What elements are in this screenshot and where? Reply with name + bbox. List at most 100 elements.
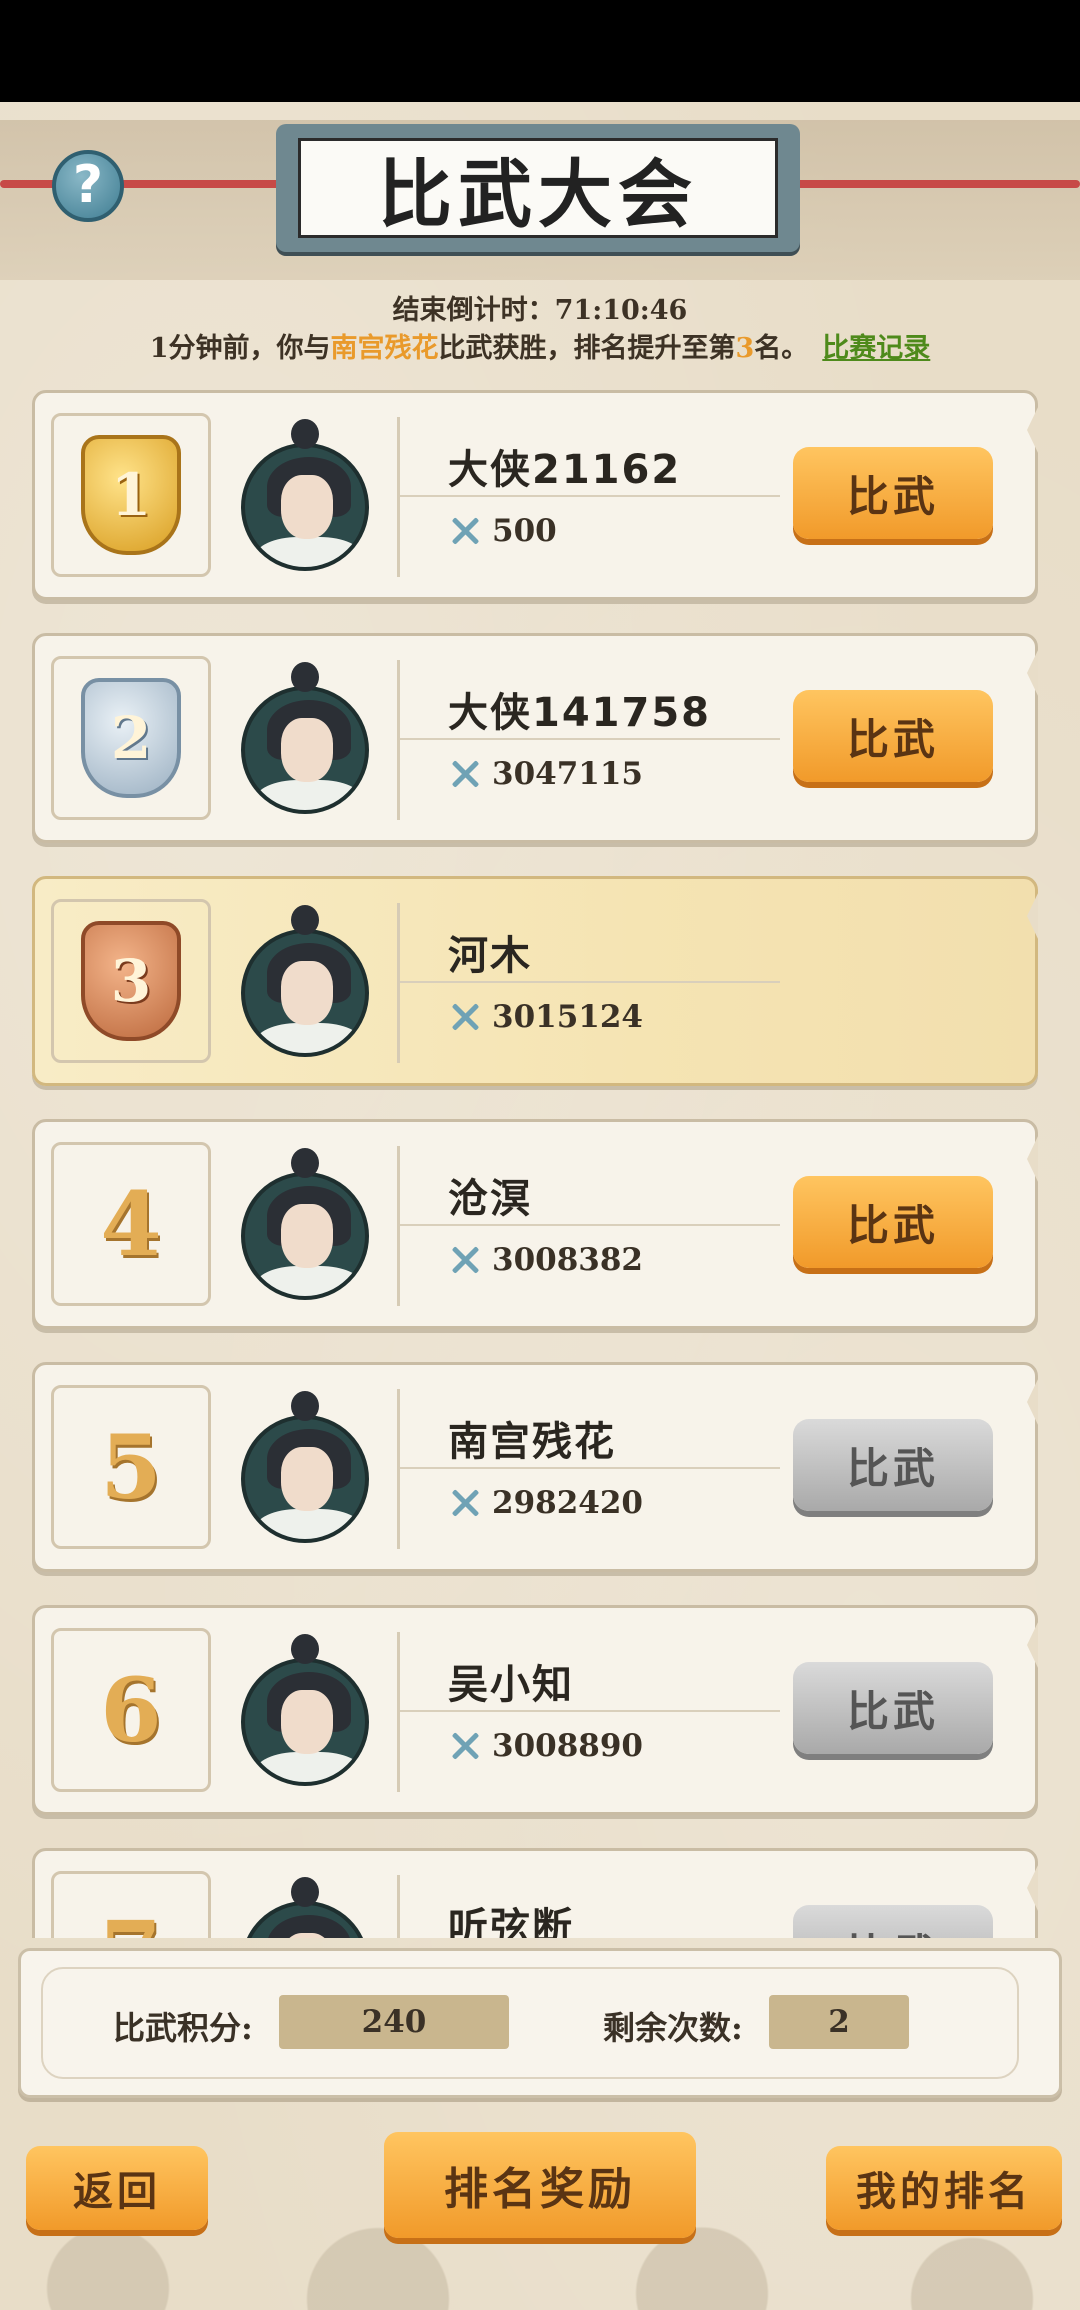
avatar-face	[281, 1447, 333, 1511]
avatar-frame	[241, 1415, 369, 1543]
player-name: 吴小知	[448, 1662, 574, 1708]
avatar-face	[281, 475, 333, 539]
crossed-swords-icon	[448, 514, 482, 548]
battle-notice: 1分钟前，你与南宫残花比武获胜，排名提升至第3名。 比赛记录	[0, 326, 1080, 365]
player-info: 大侠21162 500	[397, 417, 780, 577]
remaining-value: 2	[769, 1995, 909, 2049]
rank-badge: 3	[51, 899, 211, 1063]
rank-badge: 5	[51, 1385, 211, 1549]
crossed-swords-icon	[448, 1729, 482, 1763]
player-avatar[interactable]	[241, 905, 373, 1061]
player-avatar[interactable]	[241, 1391, 373, 1547]
challenge-button[interactable]: 比武	[793, 690, 993, 782]
player-row: 4 沧溟 3008382 比武	[32, 1119, 1038, 1329]
challenge-button[interactable]: 比武	[793, 1905, 993, 1938]
player-row: 2 大侠141758 3047115 比武	[32, 633, 1038, 843]
challenge-button[interactable]: 比武	[793, 1662, 993, 1754]
avatar-robe	[255, 1266, 363, 1296]
player-name: 沧溟	[448, 1176, 532, 1222]
ranking-list[interactable]: 1 大侠21162 500 比武 2 大侠141758 3047115 比武 3 河木 301512…	[32, 390, 1038, 1938]
crossed-swords-icon	[448, 757, 482, 791]
player-row: 7 听弦断 比武	[32, 1848, 1038, 1938]
rank-medal-icon: 2	[81, 678, 181, 798]
avatar-frame	[241, 443, 369, 571]
power-value: 3008382	[492, 1242, 643, 1278]
challenge-button[interactable]: 比武	[793, 447, 993, 539]
challenge-button[interactable]: 比武	[793, 1176, 993, 1268]
avatar-hair-bun	[291, 1391, 319, 1421]
stats-panel: 比武积分: 240 剩余次数: 2	[18, 1948, 1062, 2098]
status-bar	[0, 0, 1080, 102]
back-button[interactable]: 返回	[26, 2146, 208, 2230]
rope-right	[790, 180, 1080, 188]
divider	[400, 495, 780, 497]
avatar-frame	[241, 686, 369, 814]
countdown-time: 71:10:46	[554, 295, 688, 326]
title-plate: 比武大会	[276, 124, 800, 252]
my-rank-button[interactable]: 我的排名	[826, 2146, 1062, 2230]
avatar-face	[281, 1204, 333, 1268]
player-name: 大侠141758	[448, 690, 711, 736]
card-notch	[1027, 1134, 1038, 1184]
player-name: 南宫残花	[448, 1419, 616, 1465]
player-avatar[interactable]	[241, 419, 373, 575]
card-notch	[1027, 1377, 1038, 1427]
avatar-face	[281, 961, 333, 1025]
card-notch	[1027, 1863, 1038, 1913]
player-power: 3047115	[448, 756, 643, 792]
player-avatar[interactable]	[241, 1634, 373, 1790]
crossed-swords-icon	[448, 1243, 482, 1277]
player-row: 6 吴小知 3008890 比武	[32, 1605, 1038, 1815]
player-power: 3015124	[448, 999, 643, 1035]
player-info: 听弦断	[397, 1875, 780, 1938]
rank-medal-icon: 1	[81, 435, 181, 555]
match-record-link[interactable]: 比赛记录	[822, 333, 930, 364]
avatar-face	[281, 718, 333, 782]
player-avatar[interactable]	[241, 1877, 373, 1938]
notice-middle: 比武获胜，排名提升至第	[438, 333, 736, 364]
rank-number: 5	[100, 1415, 162, 1519]
avatar-robe	[255, 780, 363, 810]
challenge-button[interactable]: 比武	[793, 1419, 993, 1511]
player-power: 500	[448, 513, 557, 549]
rank-number: 7	[100, 1901, 161, 1938]
notice-opponent: 南宫残花	[330, 333, 439, 364]
card-notch	[1027, 648, 1038, 698]
player-info: 吴小知 3008890	[397, 1632, 780, 1792]
countdown: 结束倒计时：71:10:46	[0, 288, 1080, 327]
rank-badge: 4	[51, 1142, 211, 1306]
avatar-hair-bun	[291, 1634, 319, 1664]
player-power: 3008890	[448, 1728, 643, 1764]
player-row: 5 南宫残花 2982420 比武	[32, 1362, 1038, 1572]
help-icon[interactable]: ?	[52, 150, 124, 222]
card-notch	[1027, 1620, 1038, 1670]
player-power: 2982420	[448, 1485, 643, 1521]
avatar-robe	[255, 537, 363, 567]
rank-reward-button[interactable]: 排名奖励	[384, 2132, 696, 2238]
power-value: 3047115	[492, 756, 643, 792]
power-value: 3015124	[492, 999, 643, 1035]
divider	[400, 1224, 780, 1226]
rank-number: 6	[100, 1658, 162, 1762]
power-value: 2982420	[492, 1485, 643, 1521]
notice-prefix: 1分钟前，你与	[149, 333, 331, 364]
power-value: 500	[492, 513, 557, 549]
score-label: 比武积分:	[113, 2009, 253, 2047]
player-info: 大侠141758 3047115	[397, 660, 780, 820]
player-avatar[interactable]	[241, 662, 373, 818]
player-info: 河木 3015124	[397, 903, 780, 1063]
avatar-robe	[255, 1509, 363, 1539]
score-value: 240	[279, 1995, 509, 2049]
rank-number: 4	[100, 1172, 162, 1276]
remaining-label: 剩余次数:	[603, 2009, 743, 2047]
rope-left	[0, 180, 290, 188]
rank-badge: 6	[51, 1628, 211, 1792]
player-info: 沧溟 3008382	[397, 1146, 780, 1306]
avatar-hair-bun	[291, 662, 319, 692]
crossed-swords-icon	[448, 1000, 482, 1034]
power-value: 3008890	[492, 1728, 643, 1764]
avatar-frame	[241, 1658, 369, 1786]
rank-medal-icon: 3	[81, 921, 181, 1041]
player-avatar[interactable]	[241, 1148, 373, 1304]
avatar-frame	[241, 929, 369, 1057]
